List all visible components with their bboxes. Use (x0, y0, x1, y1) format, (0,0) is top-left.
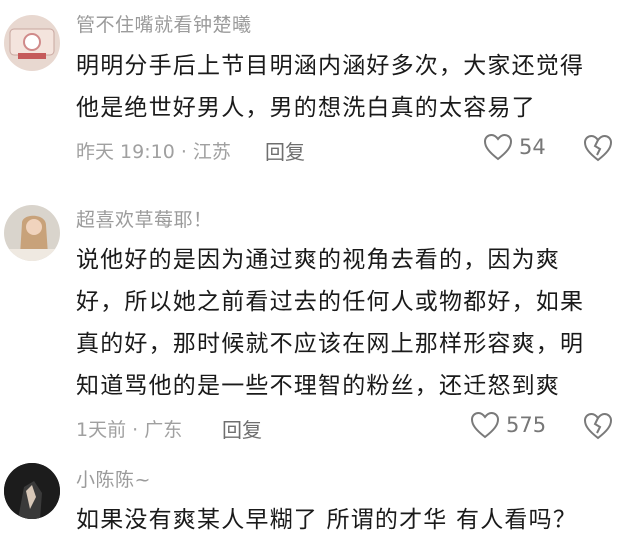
comment-text-line: 他是绝世好男人，男的想洗白真的太容易了 (76, 95, 536, 121)
comment-text-line: 明明分手后上节目明涵内涵好多次，大家还觉得 (76, 53, 585, 79)
timestamp-location: 昨天 19:10 · 江苏 (76, 141, 231, 163)
like-button[interactable]: 54 (483, 133, 546, 161)
avatar[interactable] (4, 463, 60, 519)
comment-text-line: 真的好，那时候就不应该在网上那样形容爽，明 (76, 331, 585, 357)
comment-item: 管不住嘴就看钟楚曦 明明分手后上节目明涵内涵好多次，大家还觉得 他是绝世好男人，… (0, 0, 640, 180)
comment-text-line: 好，所以她之前看过去的任何人或物都好，如果 (76, 289, 585, 315)
avatar[interactable] (4, 15, 60, 71)
comment-text-line: 知道骂他的是一些不理智的粉丝，还迁怒到爽 (76, 373, 560, 399)
reply-button[interactable]: 回复 (222, 414, 262, 443)
username[interactable]: 小陈陈~ (76, 465, 151, 492)
comment-text-line: 如果没有爽某人早糊了 所谓的才华 有人看吗？ (76, 507, 578, 533)
timestamp-location: 1天前 · 广东 (76, 419, 183, 441)
broken-heart-icon[interactable] (583, 411, 613, 441)
reply-button[interactable]: 回复 (265, 136, 305, 165)
comment-text-line: 说他好的是因为通过爽的视角去看的，因为爽 (76, 247, 560, 273)
username[interactable]: 管不住嘴就看钟楚曦 (76, 10, 252, 37)
heart-icon (470, 411, 500, 439)
comment-text: 说他好的是因为通过爽的视角去看的，因为爽 好，所以她之前看过去的任何人或物都好，… (76, 239, 621, 407)
username[interactable]: 超喜欢草莓耶！ (76, 205, 213, 232)
like-button[interactable]: 575 (470, 411, 546, 439)
heart-icon (483, 133, 513, 161)
comment-text: 明明分手后上节目明涵内涵好多次，大家还觉得 他是绝世好男人，男的想洗白真的太容易… (76, 45, 621, 129)
broken-heart-icon[interactable] (583, 133, 613, 163)
like-count: 575 (506, 413, 547, 437)
comment-item: 超喜欢草莓耶！ 说他好的是因为通过爽的视角去看的，因为爽 好，所以她之前看过去的… (0, 195, 640, 455)
comment-item: 小陈陈~ 如果没有爽某人早糊了 所谓的才华 有人看吗？ (0, 455, 640, 549)
like-count: 54 (519, 135, 546, 159)
comment-text: 如果没有爽某人早糊了 所谓的才华 有人看吗？ (76, 499, 621, 541)
avatar[interactable] (4, 205, 60, 261)
